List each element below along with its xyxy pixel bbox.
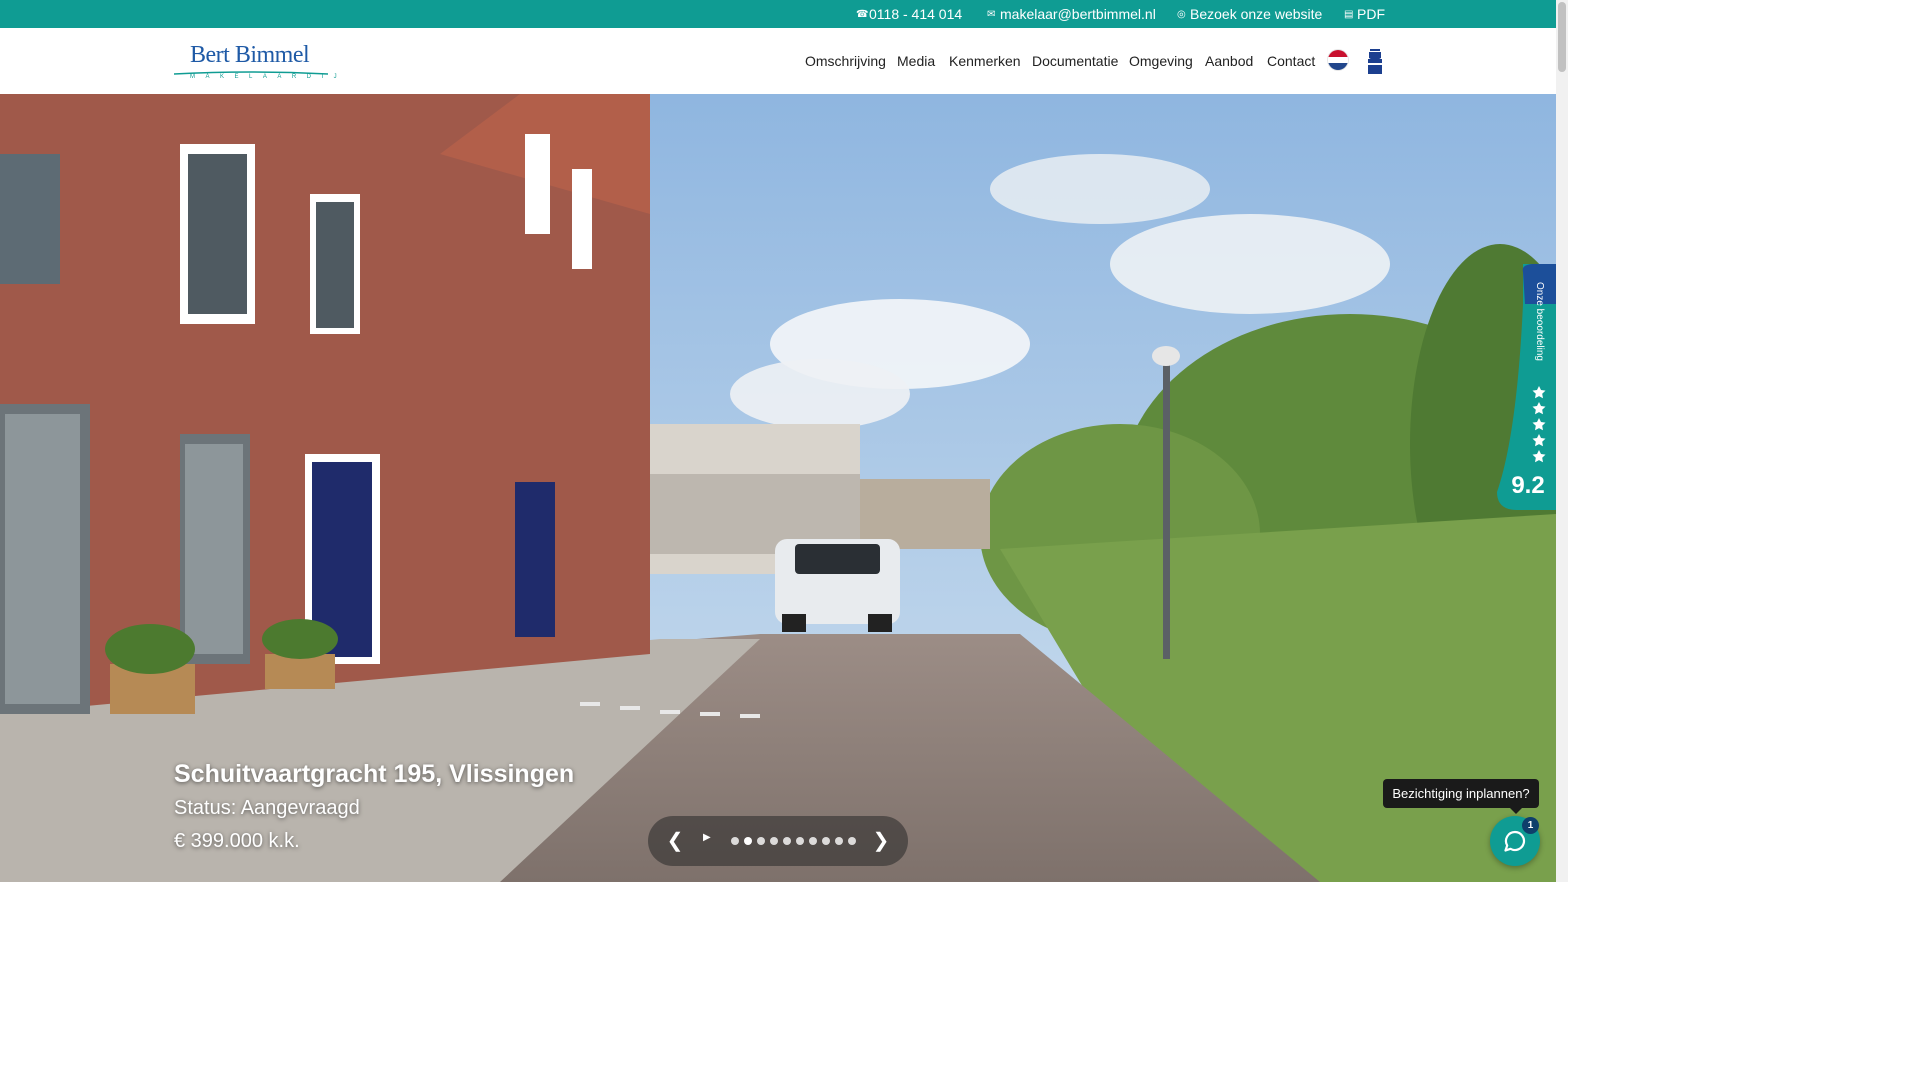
property-title: Schuitvaartgracht 195, Vlissingen: [174, 760, 575, 788]
nav-contact[interactable]: Contact: [1267, 53, 1315, 69]
next-slide-button[interactable]: ❯: [871, 828, 891, 853]
email-address: makelaar@bertbimmel.nl: [1000, 6, 1156, 22]
main-nav: Omschrijving Media Kenmerken Documentati…: [0, 53, 1556, 73]
slide-dot[interactable]: [848, 837, 856, 845]
chat-tooltip: Bezichtiging inplannen?: [1383, 779, 1539, 814]
pdf-label: PDF: [1357, 6, 1385, 22]
play-icon[interactable]: ▶: [703, 832, 711, 843]
phone-link[interactable]: ☎ 0118 - 414 014: [856, 6, 962, 22]
envelope-icon: ✉: [987, 8, 996, 20]
slide-dot[interactable]: [757, 837, 765, 845]
nav-media[interactable]: Media: [897, 53, 935, 69]
nav-kenmerken[interactable]: Kenmerken: [949, 53, 1021, 69]
slide-dot[interactable]: [835, 837, 843, 845]
phone-number: 0118 - 414 014: [869, 6, 963, 22]
website-link[interactable]: ◎ Bezoek onze website: [1177, 6, 1322, 22]
rating-badge: Onze beoordeling 9.2: [1497, 264, 1556, 510]
nav-aanbod[interactable]: Aanbod: [1205, 53, 1253, 69]
rating-widget[interactable]: Onze beoordeling 9.2: [1497, 264, 1556, 510]
rating-label: Onze beoordeling: [1534, 282, 1545, 361]
slide-dot[interactable]: [783, 837, 791, 845]
slide-dot[interactable]: [770, 837, 778, 845]
prev-slide-button[interactable]: ❮: [665, 828, 685, 853]
email-link[interactable]: ✉ makelaar@bertbimmel.nl: [987, 6, 1156, 22]
slide-dots: [731, 837, 856, 845]
slide-dot[interactable]: [809, 837, 817, 845]
page-scrollbar[interactable]: [1556, 0, 1568, 882]
main-navbar: Bert Bimmel MAKELAARDIJ Omschrijving Med…: [0, 28, 1556, 94]
scrollbar-thumb[interactable]: [1558, 2, 1566, 72]
property-price: € 399.000 k.k.: [174, 830, 300, 852]
globe-icon: ◎: [1177, 8, 1186, 20]
rating-score: 9.2: [1511, 472, 1544, 499]
phone-icon: ☎: [856, 8, 869, 20]
file-pdf-icon: ▤: [1344, 8, 1354, 20]
nvm-logo-icon: [1368, 49, 1382, 74]
nav-omgeving[interactable]: Omgeving: [1129, 53, 1193, 69]
pdf-link[interactable]: ▤ PDF: [1344, 6, 1385, 22]
dutch-flag-icon[interactable]: [1328, 50, 1348, 70]
slide-dot[interactable]: [796, 837, 804, 845]
slide-dot[interactable]: [744, 837, 752, 845]
logo-subtitle: MAKELAARDIJ: [190, 74, 348, 80]
nav-omschrijving[interactable]: Omschrijving: [805, 53, 886, 69]
slider-controls: ❮ ▶ ❯: [648, 816, 908, 866]
property-status: Status: Aangevraagd: [174, 797, 360, 819]
website-label: Bezoek onze website: [1190, 6, 1323, 22]
slide-dot[interactable]: [731, 837, 739, 845]
chat-notification-badge: 1: [1522, 817, 1539, 834]
slide-dot[interactable]: [822, 837, 830, 845]
nav-documentatie[interactable]: Documentatie: [1032, 53, 1118, 69]
top-contact-bar: ☎ 0118 - 414 014 ✉ makelaar@bertbimmel.n…: [0, 0, 1556, 28]
